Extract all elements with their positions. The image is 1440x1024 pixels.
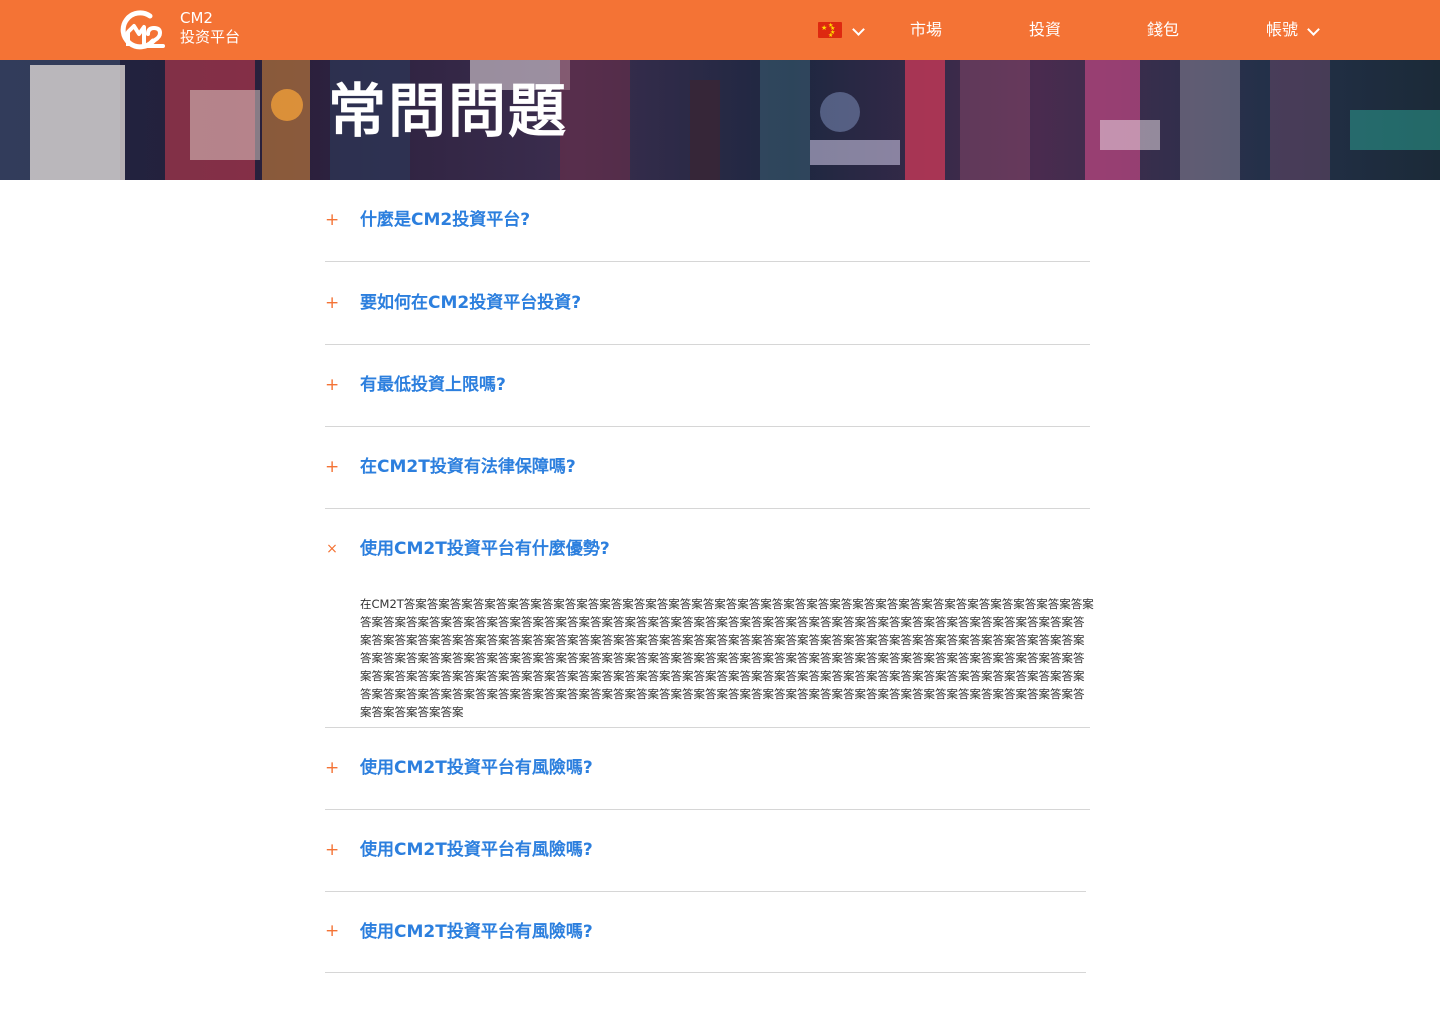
brand-name[interactable]: CM2 投资平台 [180,9,240,47]
brand-line-2: 投资平台 [180,28,241,46]
nav-account[interactable]: 帳號 [1266,19,1298,41]
expand-plus-icon[interactable]: + [325,758,339,778]
city-night-background-image [0,60,1440,180]
nav-invest[interactable]: 投資 [1029,19,1061,41]
china-flag-icon[interactable]: ★ ★ ★ ★ ★ [818,22,842,38]
page-title: 常問問題 [328,77,569,145]
hero-banner: 常問問題 [0,60,1440,180]
faq-item[interactable]: + 使用CM2T投資平台有風險嗎? [325,728,1090,810]
brand-line-1: CM2 [180,9,213,27]
faq-question[interactable]: 在CM2T投資有法律保障嗎? [360,456,576,478]
account-chevron-down-icon[interactable] [1307,23,1320,36]
faq-question[interactable]: 什麼是CM2投資平台? [360,209,530,231]
faq-item[interactable]: + 使用CM2T投資平台有風險嗎? [325,810,1086,892]
nav-market[interactable]: 市場 [910,19,942,41]
faq-answer: 在CM2T答案答案答案答案答案答案答案答案答案答案答案答案答案答案答案答案答案答… [360,597,1094,719]
faq-question[interactable]: 使用CM2T投資平台有風險嗎? [360,839,593,861]
faq-item[interactable]: + 有最低投資上限嗎? [325,345,1090,427]
expand-plus-icon[interactable]: + [325,457,339,477]
language-chevron-down-icon[interactable] [852,23,865,36]
faq-item-expanded[interactable]: × 使用CM2T投資平台有什麼優勢? 在CM2T答案答案答案答案答案答案答案答案… [325,509,1094,728]
cm2-logo-icon[interactable] [120,10,166,50]
expand-plus-icon[interactable]: + [325,375,339,395]
faq-item[interactable]: + 在CM2T投資有法律保障嗎? [325,427,1090,509]
faq-question[interactable]: 要如何在CM2投資平台投資? [360,292,581,314]
expand-plus-icon[interactable]: + [325,840,339,860]
expand-plus-icon[interactable]: + [325,210,339,230]
faq-question[interactable]: 使用CM2T投資平台有什麼優勢? [360,538,610,560]
expand-plus-icon[interactable]: + [325,921,339,941]
expand-plus-icon[interactable]: + [325,293,339,313]
faq-item[interactable]: + 使用CM2T投資平台有風險嗎? [325,892,1086,973]
faq-question[interactable]: 使用CM2T投資平台有風險嗎? [360,921,593,943]
nav-wallet[interactable]: 錢包 [1147,19,1179,41]
faq-question[interactable]: 有最低投資上限嗎? [360,374,506,396]
collapse-close-icon[interactable]: × [325,539,339,559]
faq-item[interactable]: + 要如何在CM2投資平台投資? [325,262,1090,345]
top-navigation-bar: CM2 投资平台 ★ ★ ★ ★ ★ 市場 投資 錢包 帳號 [0,0,1440,60]
faq-item[interactable]: + 什麼是CM2投資平台? [325,180,1090,262]
faq-question[interactable]: 使用CM2T投資平台有風險嗎? [360,757,593,779]
